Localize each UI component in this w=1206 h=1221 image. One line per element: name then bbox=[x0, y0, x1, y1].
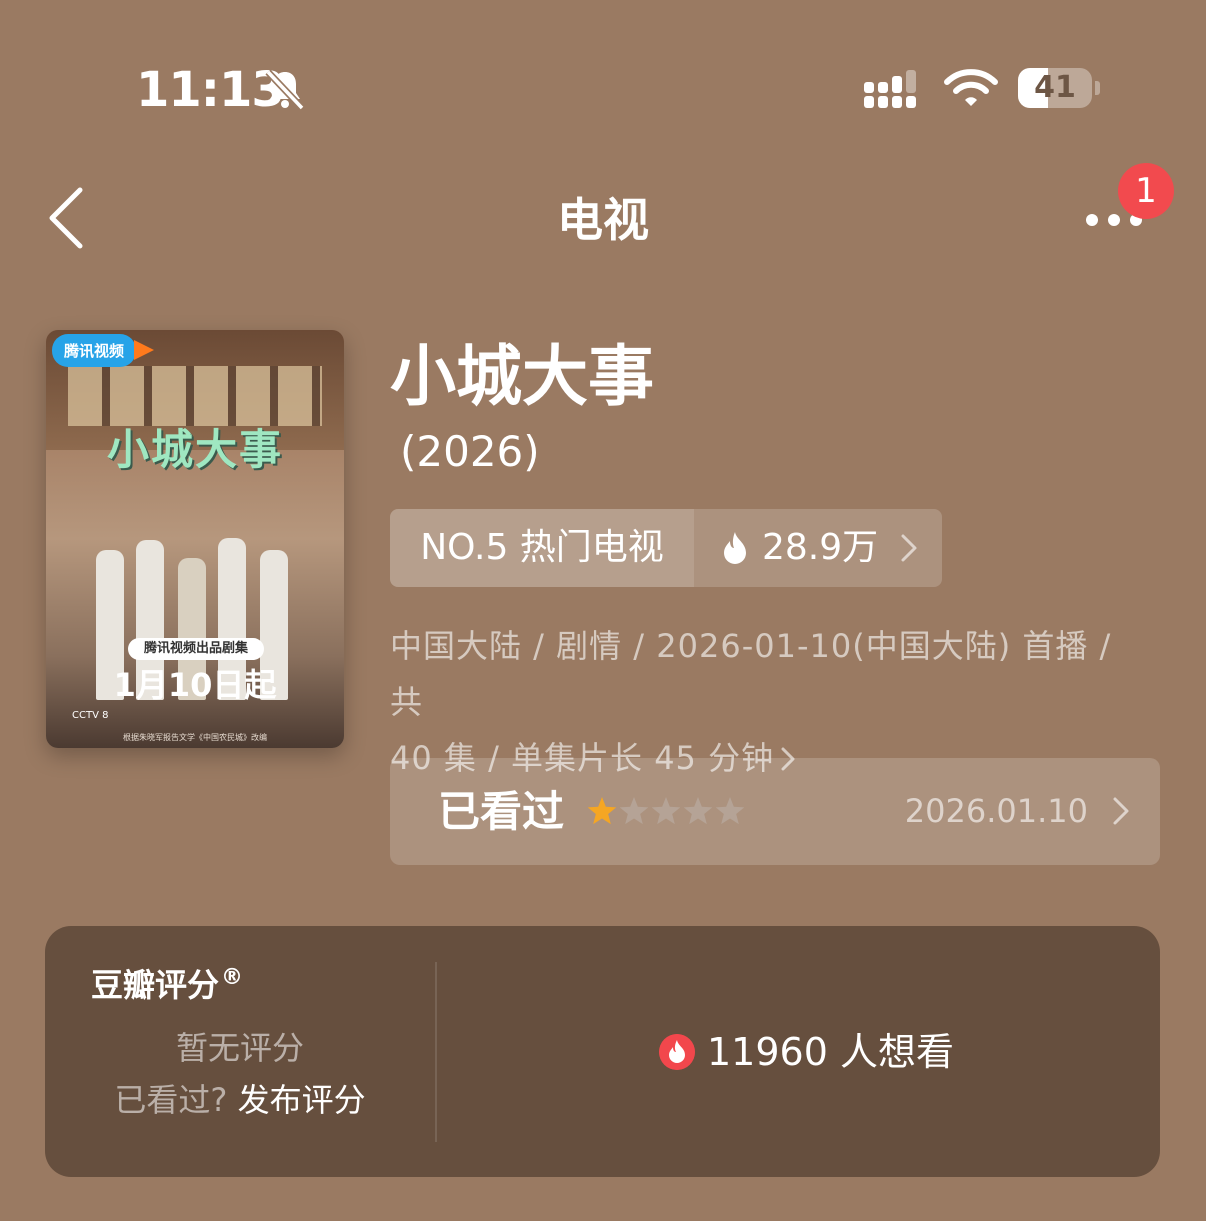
show-year: (2026) bbox=[400, 427, 540, 476]
card-divider bbox=[435, 962, 437, 1142]
post-rating-link[interactable]: 发布评分 bbox=[238, 1081, 366, 1119]
heat-section[interactable]: 28.9万 bbox=[694, 509, 942, 587]
poster-air-date: 1月10日起 bbox=[113, 666, 277, 704]
notification-badge: 1 bbox=[1118, 163, 1174, 219]
star-icon[interactable] bbox=[619, 797, 649, 825]
ranking-bar[interactable]: NO.5 热门电视 28.9万 bbox=[390, 509, 942, 587]
post-rating-prompt: 已看过? 发布评分 bbox=[45, 1078, 435, 1122]
show-title: 小城大事 bbox=[390, 338, 654, 415]
battery-indicator: 41 bbox=[1018, 68, 1102, 108]
poster-title-art: 小城大事 bbox=[106, 425, 283, 474]
rank-label[interactable]: NO.5 热门电视 bbox=[390, 509, 694, 587]
heat-value: 28.9万 bbox=[762, 527, 879, 568]
poster-credit: 根据朱晓军报告文学《中国农民城》改编 bbox=[123, 733, 267, 742]
meta-line-1: 中国大陆 / 剧情 / 2026-01-10(中国大陆) 首播 / 共 bbox=[390, 627, 1112, 721]
star-rating[interactable] bbox=[586, 795, 746, 827]
rating-title: 豆瓣评分® bbox=[91, 965, 244, 1004]
wifi-icon bbox=[944, 69, 998, 106]
flame-icon bbox=[659, 1034, 695, 1070]
star-icon[interactable] bbox=[651, 797, 681, 825]
watched-date: 2026.01.10 bbox=[904, 792, 1088, 830]
star-icon[interactable] bbox=[683, 797, 713, 825]
registered-mark: ® bbox=[221, 965, 244, 990]
no-rating-text: 暂无评分 bbox=[175, 1029, 304, 1067]
chevron-right-icon bbox=[901, 534, 917, 562]
seen-question: 已看过? bbox=[114, 1081, 228, 1119]
watched-label: 已看过 bbox=[438, 787, 565, 836]
watched-status-bar[interactable]: 已看过 2026.01.10 bbox=[390, 758, 1160, 865]
show-poster[interactable]: 腾讯视频 小城大事 腾讯视频出品剧集 1月10日起 CCTV 8 根据朱晓军报告… bbox=[46, 330, 344, 748]
flame-icon bbox=[724, 532, 746, 564]
want-count: 11960 人想看 bbox=[707, 1030, 954, 1074]
poster-logos: CCTV 8 bbox=[72, 710, 109, 721]
platform-tag: 腾讯视频 bbox=[52, 334, 155, 367]
douban-rating-card: 豆瓣评分® 暂无评分 已看过? 发布评分 11960 人想看 bbox=[45, 926, 1160, 1177]
chevron-right-icon bbox=[1113, 797, 1129, 825]
star-icon[interactable] bbox=[587, 797, 617, 825]
page-title: 电视 bbox=[557, 193, 649, 247]
bell-slash-icon bbox=[265, 69, 305, 111]
battery-level: 41 bbox=[1034, 70, 1076, 105]
cellular-signal-icon bbox=[864, 70, 916, 108]
star-icon[interactable] bbox=[715, 797, 745, 825]
poster-pill: 腾讯视频出品剧集 bbox=[128, 638, 264, 660]
